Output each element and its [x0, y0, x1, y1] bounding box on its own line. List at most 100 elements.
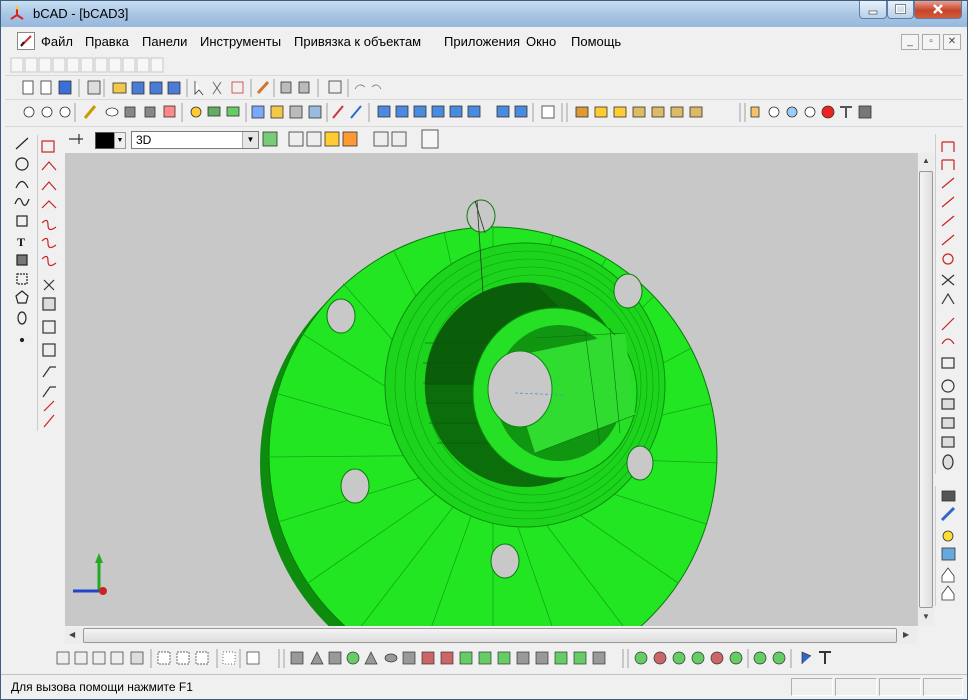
- status-panel: [923, 678, 963, 696]
- layer-select-value: 3D: [136, 133, 152, 147]
- camera-render-icon: [941, 490, 956, 502]
- window-title: bCAD - [bCAD3]: [33, 6, 129, 21]
- toolbar-divider: [5, 126, 963, 127]
- union-icon: [634, 651, 648, 665]
- layer-select[interactable]: 3D ▼: [131, 131, 259, 149]
- solids-toolbar: [51, 647, 871, 669]
- light-icon: [575, 106, 589, 118]
- menu-window[interactable]: Окно: [526, 34, 556, 49]
- align-icon: [56, 651, 70, 665]
- point-icon: [19, 337, 25, 343]
- toolbar-divider: [5, 99, 963, 100]
- polygon-icon: [15, 290, 29, 304]
- snap-intersection-icon: [941, 177, 955, 189]
- snap-surface-icon: [941, 417, 955, 429]
- save-icon: [131, 81, 145, 95]
- maximize-button[interactable]: [887, 1, 914, 19]
- cylinder-icon: [402, 651, 416, 665]
- ungroup-icon: [176, 651, 190, 665]
- insert-block-icon: [246, 651, 260, 665]
- scroll-down-icon[interactable]: ▼: [922, 612, 930, 621]
- save-as-icon: [149, 81, 163, 95]
- horizontal-scrollbar[interactable]: ◀ ▶: [65, 627, 917, 644]
- open-folder-icon: [112, 82, 127, 94]
- stop-icon: [821, 105, 835, 119]
- extend-icon: [41, 255, 57, 267]
- pin-icon[interactable]: [61, 128, 91, 150]
- status-bar: Для вызова помощи нажмите F1: [1, 674, 967, 699]
- center-bore-hole: [487, 350, 553, 428]
- scroll-left-icon[interactable]: ◀: [69, 630, 75, 639]
- block-icon: [42, 297, 56, 311]
- horizontal-scroll-thumb[interactable]: [83, 628, 897, 643]
- view-front-icon: [377, 105, 391, 118]
- cone-icon: [364, 651, 378, 665]
- layer-manager-icon: [262, 131, 278, 147]
- chamfer-icon: [41, 161, 57, 171]
- color-swatch[interactable]: [95, 132, 115, 149]
- menu-panels[interactable]: Панели: [142, 34, 187, 49]
- menu-file[interactable]: Файл: [41, 34, 73, 49]
- standard-toolbar-icons: [22, 79, 382, 97]
- hatch-fill-icon: [16, 254, 28, 266]
- mdi-minimize-button[interactable]: _: [901, 34, 919, 50]
- application-window: bCAD - [bCAD3] Файл Правка Панели Инстру…: [0, 0, 968, 700]
- revolve-icon: [440, 651, 454, 665]
- extrude-icon: [421, 651, 435, 665]
- box-solid-icon: [290, 651, 304, 665]
- display-mode-toolbar: [261, 129, 461, 151]
- snap-nearest-icon: [941, 234, 955, 246]
- mdi-restore-button[interactable]: ▫: [922, 34, 940, 50]
- zoom-window-icon: [41, 106, 53, 118]
- properties-icon: [328, 80, 342, 94]
- save-all-icon: [167, 81, 181, 95]
- restore-icon: ▫: [929, 36, 933, 47]
- display-mode-icons: [262, 129, 439, 149]
- color-dropdown[interactable]: ▼: [114, 132, 126, 149]
- mdi-close-button[interactable]: ✕: [943, 34, 961, 50]
- menu-tools[interactable]: Инструменты: [200, 34, 281, 49]
- shaded-icon: [324, 131, 340, 147]
- close-icon: [933, 4, 943, 14]
- settings-icon: [858, 105, 872, 119]
- standard-toolbar: [15, 77, 395, 99]
- menu-snap[interactable]: Привязка к объектам: [294, 34, 421, 49]
- snap-toolbar: [935, 134, 962, 474]
- scroll-up-icon[interactable]: ▲: [922, 156, 930, 165]
- text-icon: T: [17, 235, 25, 249]
- title-bar[interactable]: bCAD - [bCAD3]: [1, 1, 967, 27]
- break-icon: [41, 200, 57, 209]
- circle-icon: [15, 157, 29, 171]
- scroll-right-icon[interactable]: ▶: [903, 630, 909, 639]
- boolean-icon: [753, 651, 767, 665]
- document-icon[interactable]: [17, 32, 35, 50]
- menu-edit[interactable]: Правка: [85, 34, 129, 49]
- menu-help[interactable]: Помощь: [571, 34, 621, 49]
- merge-icon: [691, 651, 705, 665]
- close-button[interactable]: [914, 1, 962, 19]
- dimension-icon: [42, 320, 56, 334]
- region-icon: [16, 273, 28, 285]
- snap-perpendicular-icon: [941, 196, 955, 208]
- minimize-button[interactable]: [859, 1, 887, 19]
- drawing-viewport[interactable]: [65, 153, 917, 626]
- menu-apps[interactable]: Приложения: [444, 34, 520, 49]
- vertical-scroll-thumb[interactable]: [919, 171, 933, 608]
- draw-line-icon: [332, 105, 344, 119]
- view-back-icon: [395, 105, 409, 118]
- chevron-down-icon: ▼: [116, 137, 124, 144]
- torus-icon: [384, 653, 398, 663]
- rectangle-icon: [16, 215, 28, 227]
- orbit-icon: [786, 106, 798, 118]
- diameter-icon: [43, 400, 55, 412]
- app-logo-icon: [10, 6, 24, 20]
- status-panel: [879, 678, 921, 696]
- chevron-down-icon[interactable]: ▼: [242, 132, 258, 148]
- section-icon: [592, 651, 606, 665]
- stretch-icon: [41, 237, 57, 249]
- pencil-icon: [83, 105, 97, 119]
- vertical-scrollbar[interactable]: ▲ ▼: [917, 153, 934, 626]
- tag-icon: [689, 106, 703, 118]
- bolt-hole: [490, 543, 520, 579]
- tool-icon: [819, 651, 831, 664]
